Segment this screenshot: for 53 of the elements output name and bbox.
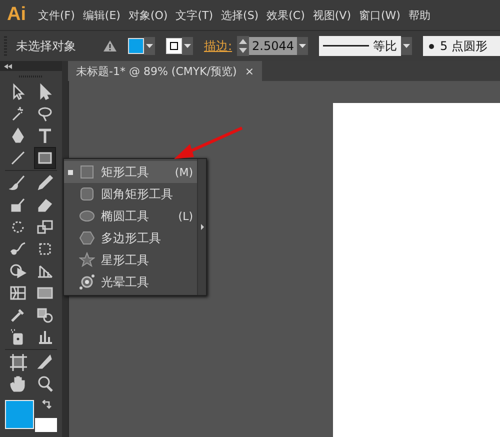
flyout-menu-item[interactable]: 多边形工具: [64, 227, 197, 249]
spinner-icon[interactable]: [237, 36, 250, 56]
flyout-menu-item[interactable]: 椭圆工具 (L): [64, 205, 197, 227]
document-tab[interactable]: 未标题-1* @ 89% (CMYK/预览) ×: [68, 61, 262, 81]
fill-swatch[interactable]: [128, 38, 144, 54]
menu-item[interactable]: 文字(T): [172, 6, 218, 24]
flare-icon: [79, 274, 95, 290]
stroke-swatch[interactable]: [166, 38, 182, 54]
caret-icon: [184, 44, 191, 48]
annotation-arrow: [172, 126, 244, 162]
line-icon: [323, 45, 370, 47]
flyout-menu-item[interactable]: 圆角矩形工具: [64, 183, 197, 205]
dropdown-button[interactable]: [144, 37, 155, 55]
brush-dropdown[interactable]: 5 点圆形: [423, 36, 500, 56]
ellipse-icon: [79, 208, 95, 224]
dot-icon: [429, 44, 434, 48]
stroke-weight-field[interactable]: 2.5044: [249, 37, 298, 55]
close-icon[interactable]: ×: [244, 64, 254, 78]
rectangle-icon[interactable]: [34, 147, 56, 169]
menu-item[interactable]: 编辑(E): [78, 6, 124, 24]
collapse-icon[interactable]: [4, 64, 12, 68]
caret-icon: [403, 44, 410, 48]
tab-title: 未标题-1* @ 89% (CMYK/预览): [76, 64, 237, 78]
flyout-menu-item[interactable]: 光晕工具: [64, 271, 197, 293]
caret-icon: [299, 44, 306, 48]
hexagon-icon: [79, 230, 95, 246]
warning-icon: [103, 40, 117, 52]
profile-label: 等比: [373, 38, 398, 54]
menu-item[interactable]: 视图(V): [308, 6, 355, 24]
stroke-color-swatch[interactable]: [35, 418, 57, 432]
flyout-menu-item[interactable]: 矩形工具 (M): [64, 161, 197, 183]
square-icon: [79, 164, 95, 180]
menu-item[interactable]: 文件(F): [34, 6, 79, 24]
caret-icon: [146, 44, 153, 48]
flyout-menu-item[interactable]: 星形工具: [64, 249, 197, 271]
fill-color-swatch[interactable]: [5, 400, 34, 429]
menu-item[interactable]: 窗口(W): [354, 6, 404, 24]
dropdown-button[interactable]: [401, 37, 412, 55]
rounded-square-icon: [79, 186, 95, 202]
menu-item[interactable]: 效果(C): [262, 6, 309, 24]
menu-item[interactable]: 选择(S): [217, 6, 263, 24]
star-icon: [79, 252, 95, 268]
bullet-icon: [68, 170, 73, 174]
menu-item[interactable]: 对象(O): [124, 6, 172, 24]
stroke-link[interactable]: 描边:: [204, 38, 232, 54]
arrow-right-icon: [200, 224, 204, 230]
app-logo: Ai: [7, 4, 26, 26]
selection-status: 未选择对象: [16, 38, 76, 54]
dropdown-button[interactable]: [182, 37, 193, 55]
brush-label: 5 点圆形: [440, 38, 488, 54]
menu-item[interactable]: 帮助: [404, 6, 434, 24]
stroke-profile-dropdown[interactable]: 等比: [319, 36, 402, 56]
dropdown-button[interactable]: [297, 37, 308, 55]
